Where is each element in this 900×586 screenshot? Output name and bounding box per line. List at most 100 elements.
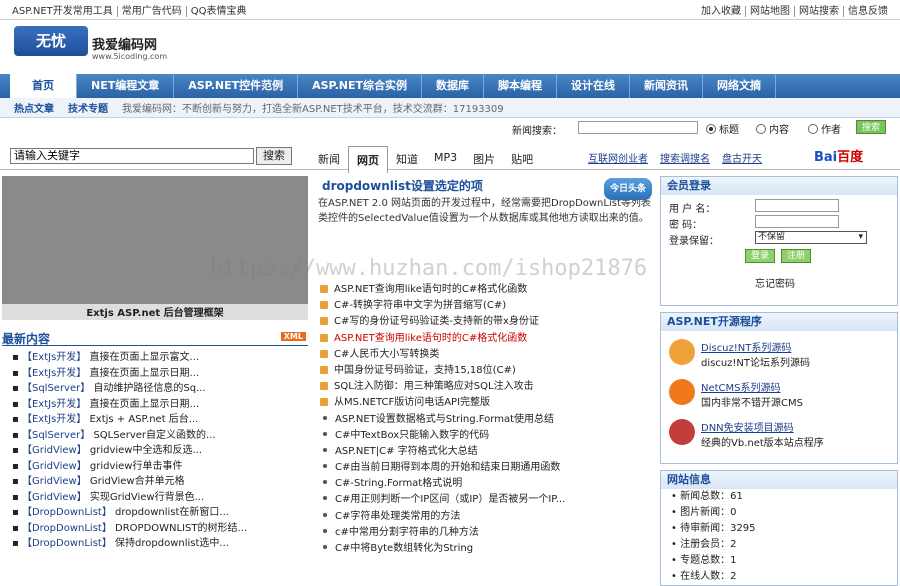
hot-link[interactable]: 搜索调搜名 xyxy=(660,150,710,165)
keyword-input[interactable]: 请输入关键字 xyxy=(10,148,254,164)
latest-item[interactable]: ▪ 【DropDownList】 dropdownlist在新窗口... xyxy=(2,505,308,521)
article-title[interactable]: ASP.NET查询用like语句时的C#格式化函数 xyxy=(334,333,527,344)
item-name[interactable]: Discuz!NT系列源码 xyxy=(701,339,810,354)
article-title[interactable]: C#人民币大小写转换类 xyxy=(334,349,439,360)
nav-database[interactable]: 数据库 xyxy=(422,74,485,98)
latest-item-category[interactable]: 【GridView】 xyxy=(22,461,87,472)
latest-item-title[interactable]: 自动维护路径信息的Sq... xyxy=(93,383,205,394)
nav-news[interactable]: 新闻资讯 xyxy=(630,74,704,98)
item-name[interactable]: DNN免安装项目源码 xyxy=(701,419,824,434)
article-title[interactable]: 从MS.NETCF版访问电话API完整版 xyxy=(334,397,490,408)
article-title[interactable]: C#用正则判断一个IP区间（或IP）是否被另一个IP... xyxy=(335,494,565,505)
article-title[interactable]: C#写的身份证号码验证类-支持新的带x身份证 xyxy=(334,316,539,327)
feedback-link[interactable]: 信息反馈 xyxy=(843,6,892,17)
latest-item-title[interactable]: SQLServer自定义函数的... xyxy=(93,430,215,441)
top-link[interactable]: ASP.NET开发常用工具 xyxy=(8,6,117,17)
site-search-link[interactable]: 网站搜索 xyxy=(794,6,843,17)
latest-item-title[interactable]: Extjs + ASP.net 后台... xyxy=(89,414,198,425)
keyword-search-button[interactable]: 搜索 xyxy=(256,147,292,165)
latest-item-title[interactable]: 直接在页面上显示富文... xyxy=(89,352,199,363)
article-item[interactable]: C#由当前日期得到本周的开始和结束日期通用函数 xyxy=(316,460,656,476)
forgot-password-link[interactable]: 忘记密码 xyxy=(755,275,795,290)
article-item[interactable]: C#中TextBox只能输入数字的代码 xyxy=(316,428,656,444)
latest-item[interactable]: ▪ 【ExtJs开发】 直接在页面上显示日期... xyxy=(2,366,308,382)
username-input[interactable] xyxy=(755,199,839,212)
article-title[interactable]: C#中将Byte数组转化为String xyxy=(335,543,473,554)
opensource-item[interactable]: NetCMS系列源码 国内非常不错开源CMS xyxy=(669,379,803,409)
latest-item-title[interactable]: gridview中全选和反选... xyxy=(90,445,202,456)
latest-item[interactable]: ▪ 【DropDownList】 DROPDOWNLIST的树形结... xyxy=(2,521,308,537)
nav-home[interactable]: 首页 xyxy=(10,74,77,98)
article-item[interactable]: SQL注入防御：用三种策略应对SQL注入攻击 xyxy=(316,379,656,395)
latest-item[interactable]: ▪ 【ExtJs开发】 直接在页面上显示富文... xyxy=(2,350,308,366)
article-item[interactable]: C#-转换字符串中文字为拼音缩写(C#) xyxy=(316,298,656,314)
article-title[interactable]: ASP.NET|C# 字符格式化大总结 xyxy=(335,446,478,457)
banner-image[interactable]: Extjs ASP.net 后台管理框架 xyxy=(2,176,308,320)
latest-item[interactable]: ▪ 【GridView】 GridView合并单元格 xyxy=(2,474,308,490)
article-title[interactable]: C#字符串处理类常用的方法 xyxy=(335,511,460,522)
latest-item-category[interactable]: 【GridView】 xyxy=(22,492,87,503)
sitemap-link[interactable]: 网站地图 xyxy=(745,6,794,17)
latest-item-title[interactable]: 直接在页面上显示日期... xyxy=(89,399,199,410)
article-item[interactable]: 中国身份证号码验证，支持15,18位(C#) xyxy=(316,363,656,379)
latest-item-title[interactable]: dropdownlist在新窗口... xyxy=(115,507,229,518)
hot-articles-link[interactable]: 热点文章 xyxy=(14,100,54,115)
latest-item-title[interactable]: 直接在页面上显示日期... xyxy=(89,368,199,379)
logo[interactable]: 无忧 xyxy=(14,26,88,56)
latest-item[interactable]: ▪ 【SqlServer】 自动维护路径信息的Sq... xyxy=(2,381,308,397)
latest-item-category[interactable]: 【DropDownList】 xyxy=(22,523,112,534)
top-link[interactable]: 常用广告代码 xyxy=(116,6,186,17)
latest-item-category[interactable]: 【ExtJs开发】 xyxy=(22,352,86,363)
latest-item-category[interactable]: 【GridView】 xyxy=(22,445,87,456)
article-item[interactable]: ASP.NET查询用like语句时的C#格式化函数 xyxy=(316,331,656,347)
news-search-button[interactable]: 搜索 xyxy=(856,120,886,134)
latest-item-category[interactable]: 【SqlServer】 xyxy=(22,383,90,394)
hot-link[interactable]: 盘古开天 xyxy=(722,150,762,165)
latest-item-title[interactable]: DROPDOWNLIST的树形结... xyxy=(115,523,247,534)
top-link[interactable]: QQ表情宝典 xyxy=(185,6,251,17)
latest-item[interactable]: ▪ 【ExtJs开发】 Extjs + ASP.net 后台... xyxy=(2,412,308,428)
hot-link[interactable]: 互联网创业者 xyxy=(588,150,648,165)
latest-item[interactable]: ▪ 【GridView】 gridview行单击事件 xyxy=(2,459,308,475)
tab-zhidao[interactable]: 知道 xyxy=(388,146,426,173)
article-item[interactable]: C#写的身份证号码验证类-支持新的带x身份证 xyxy=(316,314,656,330)
radio-author[interactable]: 作者 xyxy=(808,121,841,136)
topics-link[interactable]: 技术专题 xyxy=(68,100,108,115)
latest-item-title[interactable]: GridView合并单元格 xyxy=(90,476,185,487)
item-name[interactable]: NetCMS系列源码 xyxy=(701,379,803,394)
latest-item-category[interactable]: 【SqlServer】 xyxy=(22,430,90,441)
latest-item[interactable]: ▪ 【DropDownList】 保持dropdownlist选中... xyxy=(2,536,308,552)
article-item[interactable]: c#中常用分割字符串的几种方法 xyxy=(316,525,656,541)
latest-item-category[interactable]: 【ExtJs开发】 xyxy=(22,414,86,425)
latest-item[interactable]: ▪ 【ExtJs开发】 直接在页面上显示日期... xyxy=(2,397,308,413)
article-item[interactable]: ASP.NET查询用like语句时的C#格式化函数 xyxy=(316,282,656,298)
latest-item-title[interactable]: 实现GridView行背景色... xyxy=(90,492,204,503)
tab-tieba[interactable]: 贴吧 xyxy=(503,146,541,173)
radio-title[interactable]: 标题 xyxy=(706,121,739,136)
article-title[interactable]: C#-String.Format格式说明 xyxy=(335,478,462,489)
latest-item-category[interactable]: 【ExtJs开发】 xyxy=(22,399,86,410)
article-item[interactable]: C#中将Byte数组转化为String xyxy=(316,541,656,557)
nav-net-articles[interactable]: NET编程文章 xyxy=(77,74,175,98)
article-title[interactable]: 中国身份证号码验证，支持15,18位(C#) xyxy=(334,365,516,376)
latest-item-category[interactable]: 【ExtJs开发】 xyxy=(22,368,86,379)
article-title[interactable]: C#中TextBox只能输入数字的代码 xyxy=(335,430,489,441)
register-button[interactable]: 注册 xyxy=(781,249,811,263)
latest-item-title[interactable]: gridview行单击事件 xyxy=(90,461,183,472)
news-search-input[interactable] xyxy=(578,121,698,134)
article-title[interactable]: ASP.NET设置数据格式与String.Format使用总结 xyxy=(335,414,554,425)
article-item[interactable]: 从MS.NETCF版访问电话API完整版 xyxy=(316,395,656,411)
article-title[interactable]: SQL注入防御：用三种策略应对SQL注入攻击 xyxy=(334,381,534,392)
featured-title[interactable]: dropdownlist设置选定的项 今日头条 xyxy=(316,176,656,200)
article-item[interactable]: C#字符串处理类常用的方法 xyxy=(316,509,656,525)
opensource-item[interactable]: DNN免安装项目源码 经典的Vb.net版本站点程序 xyxy=(669,419,824,449)
nav-digest[interactable]: 网络文摘 xyxy=(703,74,777,98)
keep-select[interactable]: 不保留 ▾ xyxy=(755,231,867,244)
article-item[interactable]: C#-String.Format格式说明 xyxy=(316,476,656,492)
latest-item-category[interactable]: 【GridView】 xyxy=(22,476,87,487)
nav-examples[interactable]: ASP.NET综合实例 xyxy=(298,74,423,98)
article-title[interactable]: C#由当前日期得到本周的开始和结束日期通用函数 xyxy=(335,462,560,473)
nav-controls[interactable]: ASP.NET控件范例 xyxy=(174,74,299,98)
article-title[interactable]: c#中常用分割字符串的几种方法 xyxy=(335,527,479,538)
article-item[interactable]: ASP.NET|C# 字符格式化大总结 xyxy=(316,444,656,460)
